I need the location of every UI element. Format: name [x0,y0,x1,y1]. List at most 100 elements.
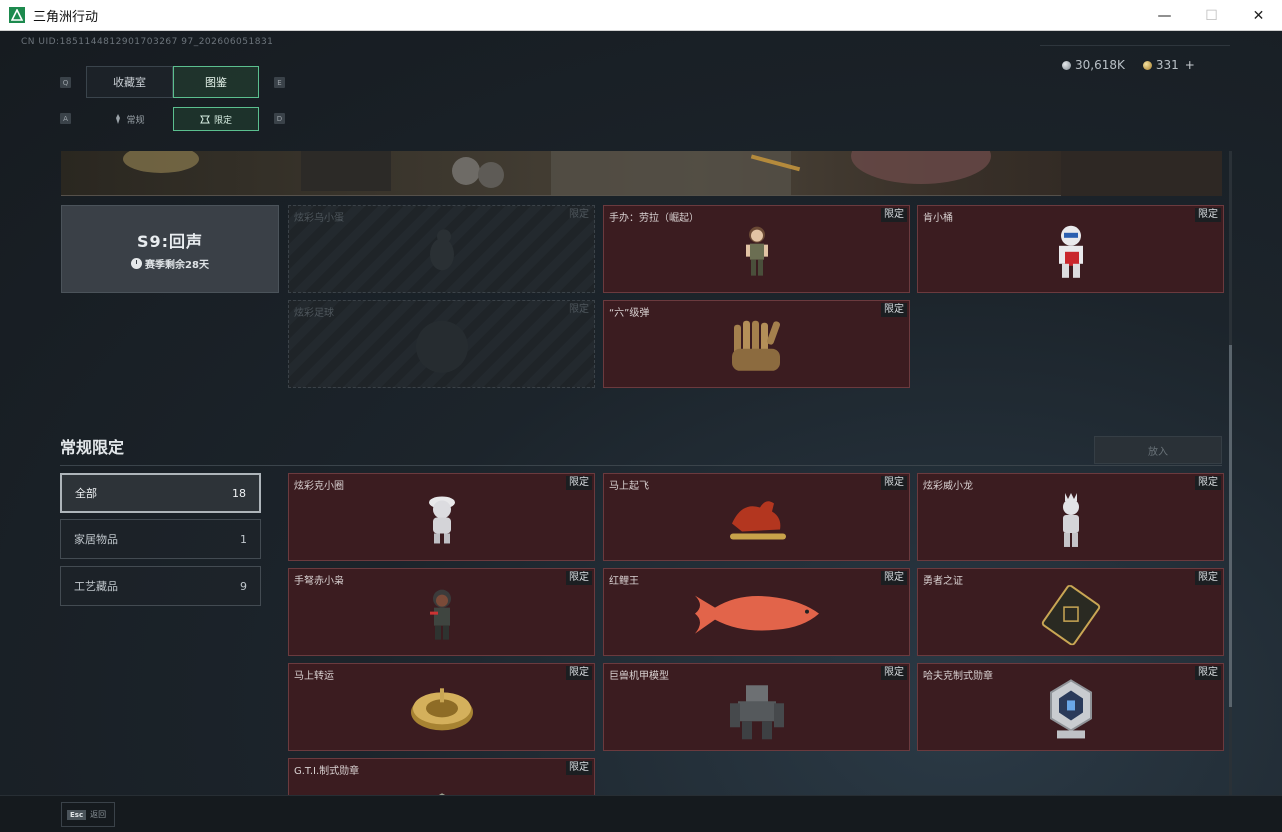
item-name: 巨兽机甲模型 [609,671,669,682]
lara-figure-icon [742,225,772,283]
collection-item[interactable]: 手办：劳拉（崛起） 限定 [603,205,910,293]
filter-label: 家居物品 [74,533,118,546]
uid-label: CN UID:1851144812901703267 97_2026060518… [21,37,274,47]
filter-all[interactable]: 全部 18 [60,473,261,513]
haavk-medal-icon [1045,678,1097,746]
key-hint-a: A [60,113,71,124]
item-name: 马上转运 [294,671,334,682]
bottom-bar: Esc 返回 [0,795,1282,832]
collection-item[interactable]: 马上转运 限定 [288,663,595,751]
scrollbar[interactable] [1229,151,1232,796]
collection-item-locked[interactable]: 炫彩乌小蛋 限定 [288,205,595,293]
golden-wheel-icon [409,684,475,738]
filter-label: 全部 [75,487,97,500]
silver-balance: 30,618K [1062,58,1125,72]
item-name: “六”级弹 [609,308,650,319]
put-in-button[interactable]: 放入 [1094,436,1222,464]
bullet-hand-icon [722,319,792,379]
add-currency-button[interactable]: + [1185,58,1195,72]
gold-amount: 331 [1155,58,1179,72]
filter-count: 18 [232,486,246,500]
mech-model-icon [726,679,788,745]
section-divider [60,465,1222,466]
limited-tag: 限定 [881,476,907,490]
filter-count: 9 [240,579,247,593]
window-titlebar: 三角洲行动 — ☐ ✕ [0,0,1282,31]
football-icon [414,319,470,379]
back-label: 返回 [90,810,107,819]
clock-icon [131,257,143,269]
window-title: 三角洲行动 [33,9,99,25]
limited-icon [200,115,210,123]
item-name: 马上起飞 [609,481,649,492]
item-name: 炫彩威小龙 [923,481,973,492]
limited-tag: 限定 [569,304,589,315]
scrollbar-thumb[interactable] [1229,345,1232,707]
item-name: 肯小桶 [923,213,953,224]
key-hint-d: D [274,113,285,124]
item-name: G.T.I.制式勋章 [294,766,360,777]
season-banner-image [61,151,1222,196]
limited-tag: 限定 [566,571,592,585]
item-name: 红鲤王 [609,576,639,587]
silver-coin-icon [1062,61,1071,70]
limited-tag: 限定 [569,209,589,220]
filter-count: 1 [240,532,247,546]
app-logo-icon [9,7,25,23]
white-creature-figure-icon [424,493,460,549]
collection-item[interactable]: 肯小桶 限定 [917,205,1224,293]
collection-item[interactable]: 炫彩克小圈 限定 [288,473,595,561]
hero-badge-icon [1038,584,1104,649]
back-button[interactable]: Esc 返回 [61,802,115,827]
filter-home-items[interactable]: 家居物品 1 [60,519,261,559]
tab-limited[interactable]: 限定 [173,107,259,131]
item-name: 手办：劳拉（崛起） [609,213,699,224]
limited-tag: 限定 [881,208,907,222]
limited-tag: 限定 [566,666,592,680]
collection-item[interactable]: “六”级弹 限定 [603,300,910,388]
tab-catalog[interactable]: 图鉴 [173,66,259,98]
item-name: 炫彩足球 [294,308,334,319]
game-viewport: CN UID:1851144812901703267 97_2026060518… [0,31,1282,832]
bucket-figure-icon [1051,224,1091,284]
close-button[interactable]: ✕ [1235,0,1282,31]
limited-tag: 限定 [566,476,592,490]
tab-normal-label: 常规 [126,115,145,126]
collection-item[interactable]: 炫彩威小龙 限定 [917,473,1224,561]
season-card: S9:回声 赛季剩余28天 [61,205,279,293]
currency-bar: 30,618K 331 + [1062,58,1195,72]
filter-label: 工艺藏品 [74,580,118,593]
crossbow-figure-icon [426,588,458,646]
collection-item[interactable]: G.T.I.制式勋章 限定 [288,758,595,796]
collection-item-locked[interactable]: 炫彩足球 限定 [288,300,595,388]
banner-art [123,151,1222,196]
white-dragon-figure-icon [1055,491,1087,553]
limited-tag: 限定 [881,303,907,317]
maximize-button[interactable]: ☐ [1188,0,1235,31]
collection-item[interactable]: 红鲤王 限定 [603,568,910,656]
red-horse-icon [722,493,792,549]
tab-normal[interactable]: 常规 [86,107,173,131]
collection-item[interactable]: 勇者之证 限定 [917,568,1224,656]
tab-limited-label: 限定 [213,115,232,126]
item-name: 勇者之证 [923,576,963,587]
collection-item[interactable]: 马上起飞 限定 [603,473,910,561]
collection-item[interactable]: 哈夫克制式勋章 限定 [917,663,1224,751]
silver-amount: 30,618K [1075,58,1125,72]
filter-crafts[interactable]: 工艺藏品 9 [60,566,261,606]
red-carp-icon [691,588,823,646]
limited-tag: 限定 [566,761,592,775]
collection-item[interactable]: 巨兽机甲模型 限定 [603,663,910,751]
gold-balance[interactable]: 331 + [1142,58,1195,72]
item-name: 炫彩克小圈 [294,481,344,492]
minimize-button[interactable]: — [1141,0,1188,31]
collection-scroll-area[interactable]: S9:回声 赛季剩余28天 炫彩乌小蛋 限定 手办：劳拉（崛起） 限定 肯小桶 … [0,151,1282,796]
collection-item[interactable]: 手弩赤小枭 限定 [288,568,595,656]
key-hint-q: Q [60,77,71,88]
season-remaining-text: 赛季剩余28天 [145,259,209,271]
season-title: S9:回声 [136,231,204,251]
tab-collection[interactable]: 收藏室 [86,66,173,98]
limited-tag: 限定 [1195,666,1221,680]
season-remaining: 赛季剩余28天 [131,256,209,271]
limited-tag: 限定 [1195,571,1221,585]
